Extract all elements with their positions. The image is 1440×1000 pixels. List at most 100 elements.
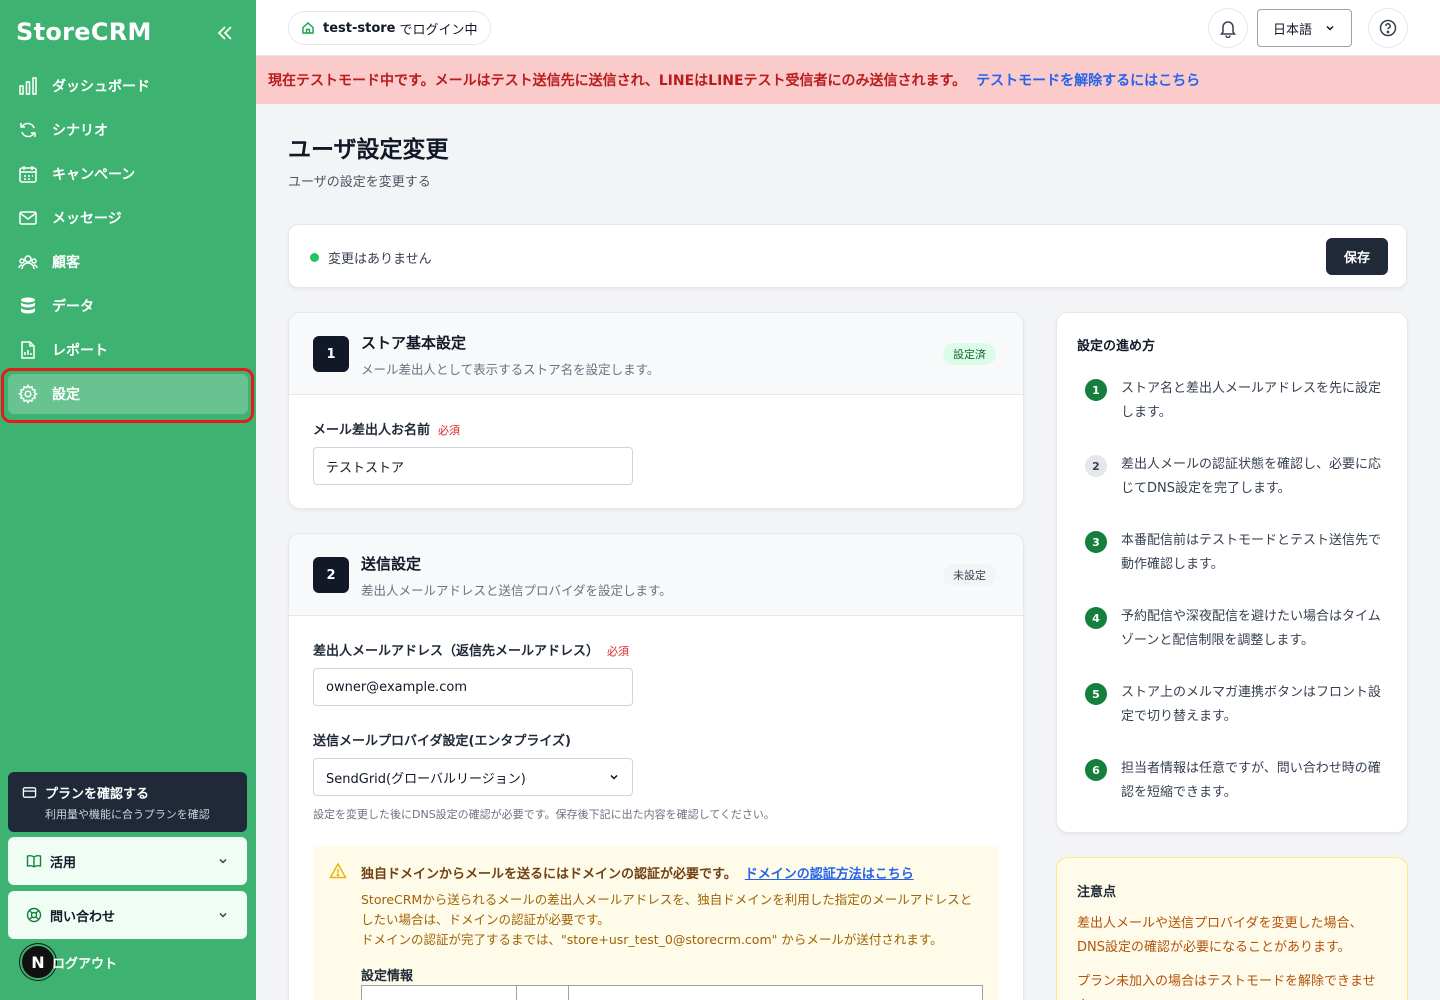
step-text: 担当者情報は任意ですが、問い合わせ時の確認を短縮できます。 xyxy=(1121,761,1381,800)
sidebar-item-label: 顧客 xyxy=(52,255,80,271)
disable-test-mode-link[interactable]: テストモードを解除するにはこちら xyxy=(976,70,1200,90)
report-icon xyxy=(18,340,38,360)
required-mark: 必須 xyxy=(438,424,461,437)
guide-title: 設定の進め方 xyxy=(1077,339,1156,354)
sidebar-item-data[interactable]: データ xyxy=(8,286,248,326)
provider-select[interactable]: SendGrid(グローバルリージョン) xyxy=(313,758,633,796)
test-mode-banner: 現在テストモード中です。メールはテスト送信先に送信され、LINEはLINEテスト… xyxy=(256,56,1440,104)
sidebar-item-scenario[interactable]: シナリオ xyxy=(8,110,248,150)
sidebar-item-label: シナリオ xyxy=(52,123,108,139)
store-login-suffix: でログイン中 xyxy=(399,22,478,38)
domain-auth-warning: 独自ドメインからメールを送るにはドメインの認証が必要です。 ドメインの認証方法はこ… xyxy=(313,846,999,1000)
status-text: 変更はありません xyxy=(328,252,432,267)
language-value: 日本語 xyxy=(1273,22,1313,38)
sidebar-item-dashboard[interactable]: ダッシュボード xyxy=(8,66,248,106)
status-card: 変更はありません 保存 xyxy=(288,224,1407,288)
sender-name-input[interactable]: テストストア xyxy=(313,447,633,485)
step-number: 6 xyxy=(1085,759,1107,781)
sidebar-item-message[interactable]: メッセージ xyxy=(8,198,248,238)
notes-body: 差出人メールや送信プロバイダを変更した場合、DNS設定の確認が必要になることがあ… xyxy=(1077,912,1389,1000)
card-description: メール差出人として表示するストア名を設定します。 xyxy=(361,362,660,377)
card-icon xyxy=(22,785,37,800)
plan-subtitle: 利用量や機能に合うプランを確認 xyxy=(45,808,210,821)
notification-button[interactable] xyxy=(1208,8,1248,48)
calendar-icon xyxy=(18,164,38,184)
avatar: N xyxy=(20,944,56,980)
logout-button[interactable]: N ログアウト xyxy=(20,944,117,980)
database-icon xyxy=(18,296,38,316)
provider-label: 送信メールプロバイダ設定(エンタプライズ) xyxy=(313,734,571,749)
sender-name-label: メール差出人お名前 必須 xyxy=(313,423,461,438)
plan-title: プランを確認する xyxy=(45,787,150,802)
step-text: ストア上のメルマガ連携ボタンはフロント設定で切り替えます。 xyxy=(1121,685,1382,724)
provider-hint: 設定を変更した後にDNS設定の確認が必要です。保存後下記に出た内容を確認してくだ… xyxy=(313,808,775,821)
sidebar-item-report[interactable]: レポート xyxy=(8,330,248,370)
app-logo: StoreCRM xyxy=(16,18,152,46)
step-number: 5 xyxy=(1085,683,1107,705)
store-name: test-store xyxy=(323,20,396,36)
sidebar-item-label: レポート xyxy=(52,343,108,359)
banner-text: 現在テストモード中です。メールはテスト送信先に送信され、LINEはLINEテスト… xyxy=(268,73,967,89)
store-indicator[interactable]: test-store でログイン中 xyxy=(288,11,491,45)
chevron-down-icon xyxy=(217,855,229,867)
store-basic-settings-card: 1 ストア基本設定 メール差出人として表示するストア名を設定します。 設定済 メ… xyxy=(288,312,1024,509)
mail-icon xyxy=(18,208,38,228)
sidebar: StoreCRM ダッシュボード シナリオ キャンペーン メッセージ 顧客 デー… xyxy=(0,0,256,1000)
usage-label: 活用 xyxy=(50,855,77,871)
card-header: 2 送信設定 差出人メールアドレスと送信プロバイダを設定します。 未設定 xyxy=(289,534,1023,616)
card-title: 送信設定 xyxy=(361,555,422,573)
plan-button[interactable]: プランを確認する 利用量や機能に合うプランを確認 xyxy=(8,772,247,832)
warning-body: StoreCRMから送られるメールの差出人メールアドレスを、独自ドメインを利用し… xyxy=(361,892,973,947)
support-icon xyxy=(26,907,42,923)
status-dot xyxy=(310,253,319,262)
language-select[interactable]: 日本語 xyxy=(1257,9,1352,47)
sidebar-item-label: データ xyxy=(52,299,94,315)
sending-settings-card: 2 送信設定 差出人メールアドレスと送信プロバイダを設定します。 未設定 差出人… xyxy=(288,533,1024,1000)
step-number: 4 xyxy=(1085,607,1107,629)
required-mark: 必須 xyxy=(607,645,630,658)
chevron-down-icon xyxy=(217,909,229,921)
page-subtitle: ユーザの設定を変更する xyxy=(288,175,431,190)
contact-accordion[interactable]: 問い合わせ xyxy=(8,891,247,939)
home-icon xyxy=(301,21,315,35)
sidebar-nav: ダッシュボード シナリオ キャンペーン メッセージ 顧客 データ レポート 設定 xyxy=(8,66,248,418)
collapse-sidebar-icon[interactable] xyxy=(214,22,236,44)
domain-auth-link[interactable]: ドメインの認証方法はこちら xyxy=(745,867,914,882)
sender-email-label: 差出人メールアドレス（返信先メールアドレス） 必須 xyxy=(313,644,630,659)
usage-accordion[interactable]: 活用 xyxy=(8,837,247,885)
dns-settings-table xyxy=(361,985,983,1000)
sidebar-item-label: メッセージ xyxy=(52,211,122,227)
logout-label: ログアウト xyxy=(52,956,118,972)
note-item: 差出人メールや送信プロバイダを変更した場合、DNS設定の確認が必要になることがあ… xyxy=(1077,916,1363,955)
card-header: 1 ストア基本設定 メール差出人として表示するストア名を設定します。 設定済 xyxy=(289,313,1023,395)
active-item-highlight xyxy=(1,368,254,423)
sidebar-item-label: ダッシュボード xyxy=(52,79,150,95)
provider-value: SendGrid(グローバルリージョン) xyxy=(326,771,526,787)
page-title: ユーザ設定変更 xyxy=(288,137,449,163)
book-icon xyxy=(26,853,42,869)
chart-bars-icon xyxy=(18,76,38,96)
step-text: 差出人メールの認証状態を確認し、必要に応じてDNS設定を完了します。 xyxy=(1121,457,1382,496)
sidebar-item-customers[interactable]: 顧客 xyxy=(8,242,248,282)
sender-email-input[interactable]: owner@example.com xyxy=(313,668,633,706)
card-title: ストア基本設定 xyxy=(361,334,467,352)
help-icon xyxy=(1378,18,1398,38)
step-number: 2 xyxy=(313,557,349,593)
note-item: プラン未加入の場合はテストモードを解除できません。 xyxy=(1077,974,1376,1000)
step-number: 1 xyxy=(1085,379,1107,401)
sidebar-item-campaign[interactable]: キャンペーン xyxy=(8,154,248,194)
topbar: test-store でログイン中 日本語 xyxy=(256,0,1440,56)
users-icon xyxy=(18,252,38,272)
sidebar-item-label: キャンペーン xyxy=(52,167,136,183)
status-badge: 未設定 xyxy=(943,564,996,586)
bell-icon xyxy=(1218,18,1238,38)
warning-icon xyxy=(329,862,347,880)
step-text: 本番配信前はテストモードとテスト送信先で動作確認します。 xyxy=(1121,533,1382,572)
help-button[interactable] xyxy=(1368,8,1408,48)
refresh-icon xyxy=(18,120,38,140)
status-badge: 設定済 xyxy=(943,343,996,365)
notes-card: 注意点 差出人メールや送信プロバイダを変更した場合、DNS設定の確認が必要になる… xyxy=(1056,857,1408,1000)
save-button[interactable]: 保存 xyxy=(1326,238,1388,275)
chevron-down-icon xyxy=(608,771,620,783)
step-number: 3 xyxy=(1085,531,1107,553)
